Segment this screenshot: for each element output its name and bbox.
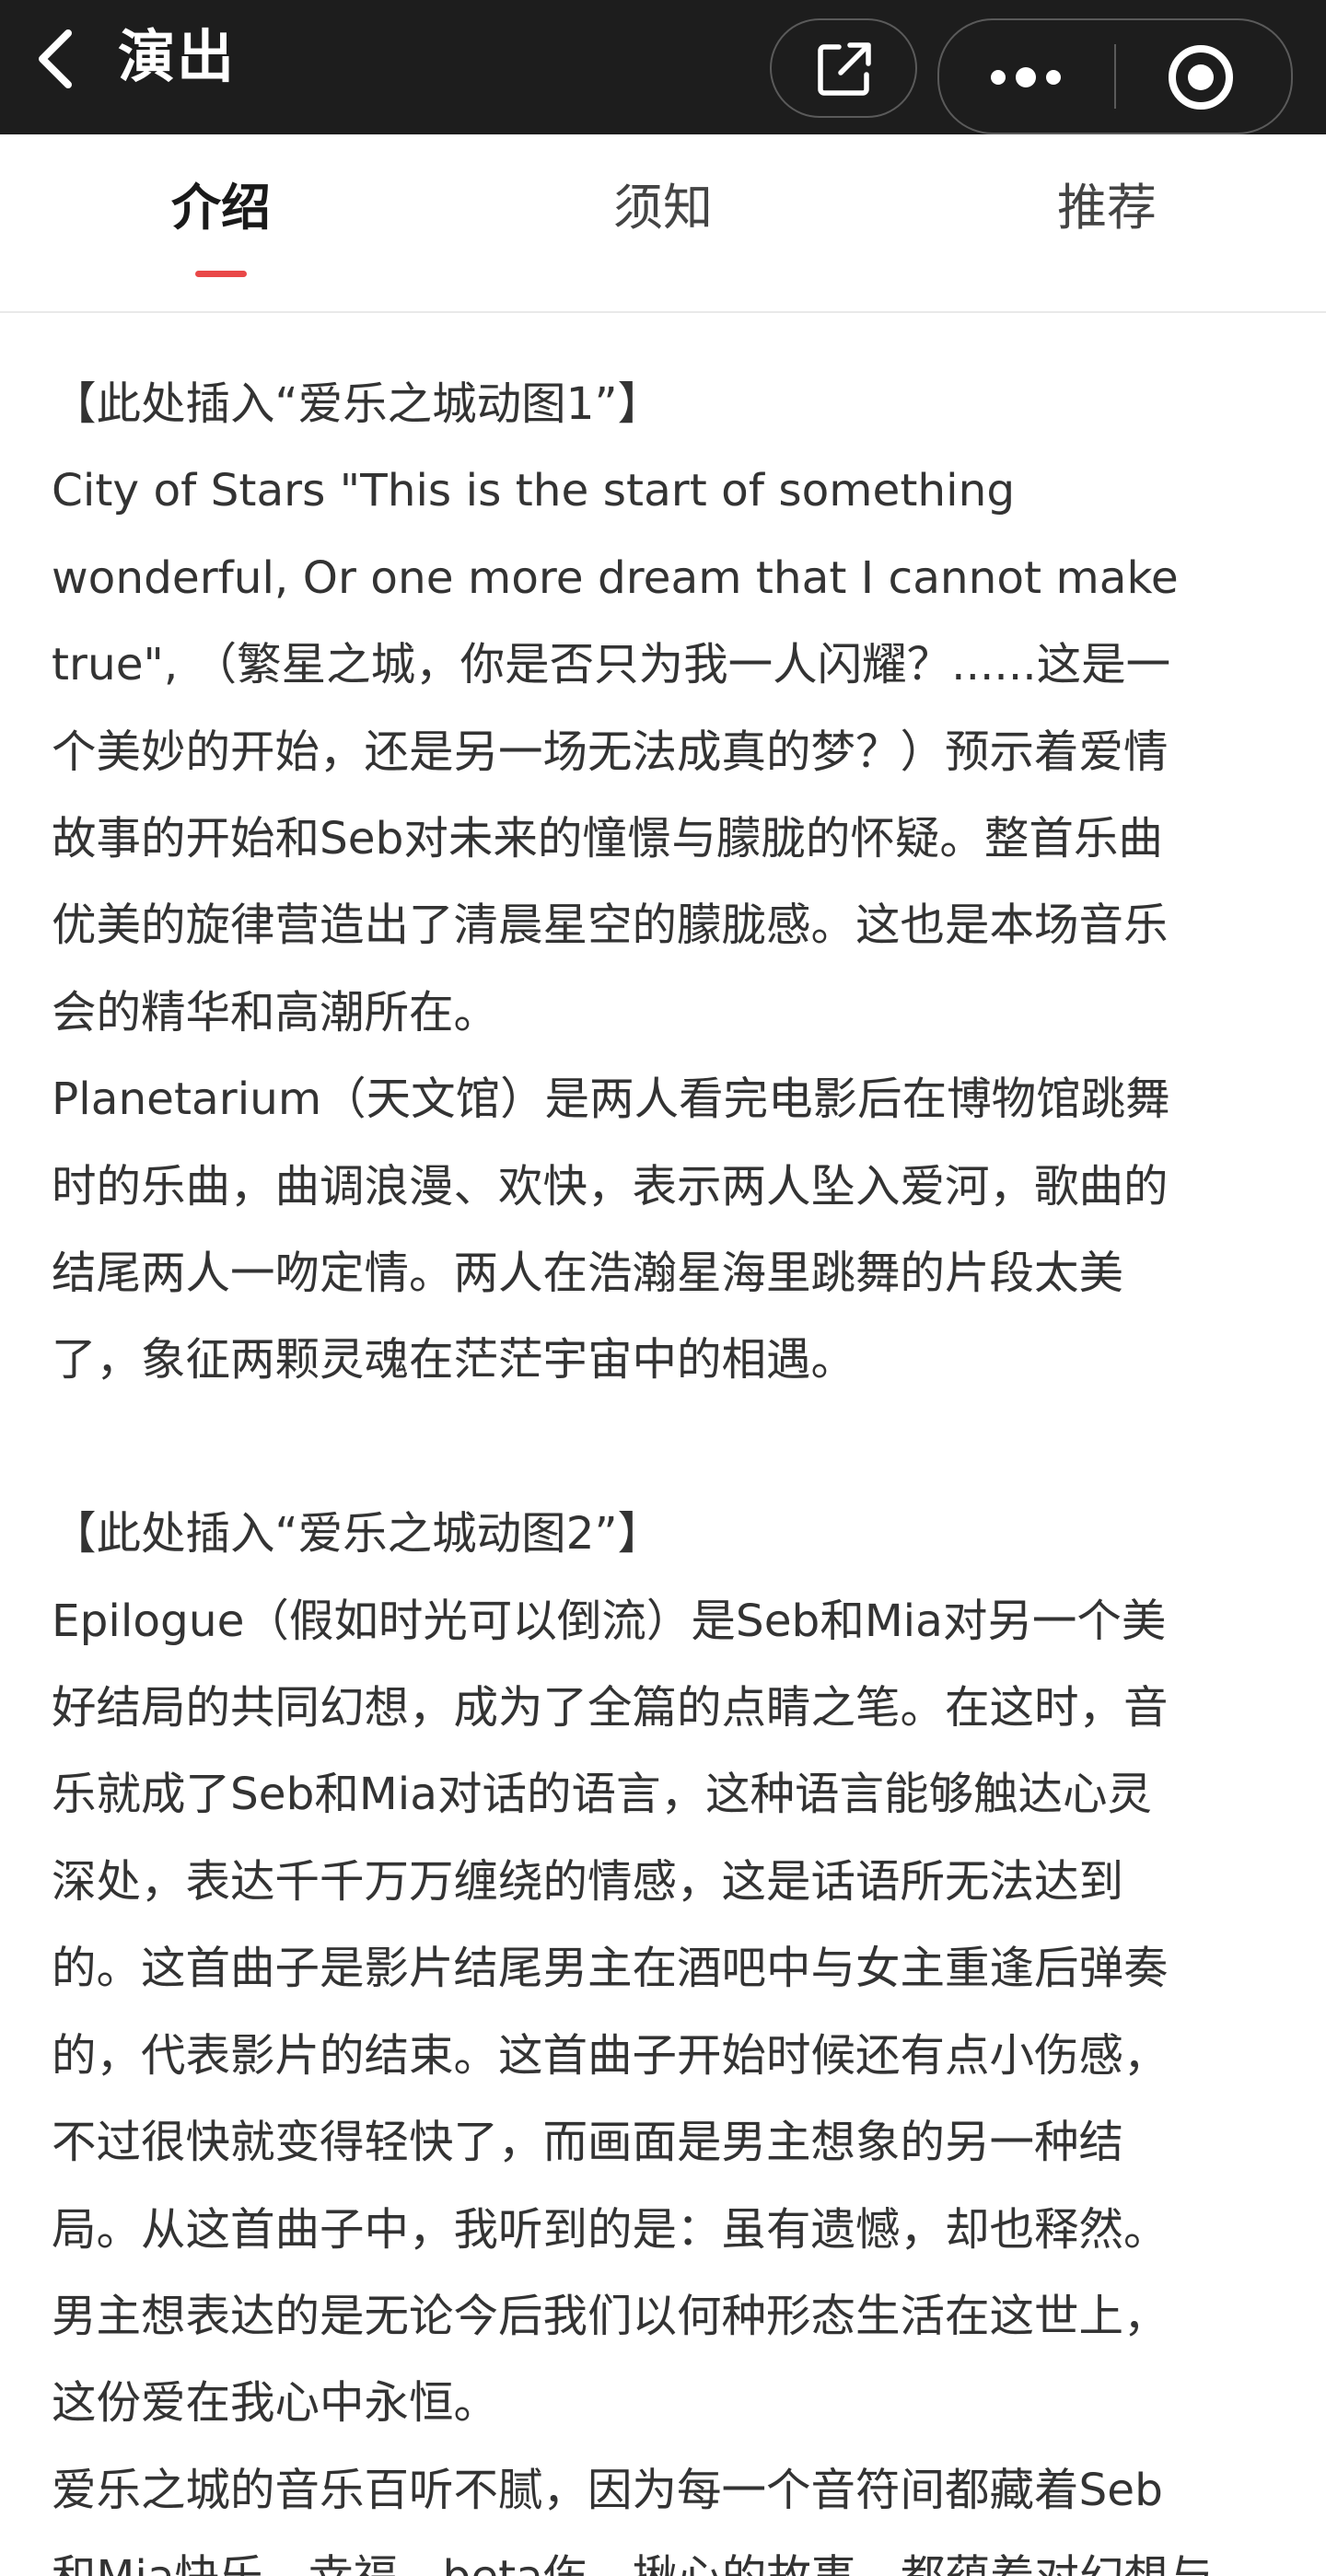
- paragraph-epilogue: Epilogue（假如时光可以倒流）是Seb和Mia对另一个美 好结局的共同幻想…: [52, 1595, 1169, 2430]
- screen: 演出 介绍 须知 推荐 【此处插入“爱乐之城动图1”】 City of Star…: [0, 0, 1326, 2576]
- close-button[interactable]: [1116, 20, 1291, 134]
- share-button[interactable]: [770, 18, 917, 118]
- back-button[interactable]: [26, 18, 92, 99]
- active-tab-indicator: [195, 271, 247, 277]
- tab-recommend[interactable]: 推荐: [996, 134, 1217, 309]
- paragraph-city-of-stars: City of Stars "This is the start of some…: [52, 465, 1179, 1039]
- article-body: 【此处插入“爱乐之城动图1”】 City of Stars "This is t…: [52, 361, 1276, 2576]
- image-placeholder-1: 【此处插入“爱乐之城动图1”】: [52, 378, 663, 430]
- tab-notice[interactable]: 须知: [552, 134, 774, 309]
- share-external-icon: [818, 42, 871, 96]
- paragraph-closing: 爱乐之城的音乐百听不腻，因为每一个音符间都藏着Seb 和Mia快乐、幸福、bet…: [52, 2464, 1213, 2576]
- chevron-left-icon: [39, 29, 72, 88]
- tab-intro[interactable]: 介绍: [110, 134, 332, 309]
- navigation-bar: 演出: [0, 0, 1326, 134]
- image-placeholder-2: 【此处插入“爱乐之城动图2”】: [52, 1508, 663, 1561]
- tab-label: 介绍: [171, 179, 271, 237]
- tab-label: 推荐: [1057, 179, 1157, 237]
- more-button[interactable]: [939, 20, 1114, 134]
- tab-bar: 介绍 须知 推荐: [0, 134, 1326, 313]
- paragraph-planetarium: Planetarium（天文馆）是两人看完电影后在博物馆跳舞 时的乐曲，曲调浪漫…: [52, 1073, 1170, 1387]
- more-dots-icon: [991, 67, 1061, 87]
- target-close-icon: [1169, 45, 1233, 110]
- mini-program-capsule: [937, 18, 1293, 134]
- tab-label: 须知: [613, 179, 713, 237]
- page-title: 演出: [118, 23, 237, 90]
